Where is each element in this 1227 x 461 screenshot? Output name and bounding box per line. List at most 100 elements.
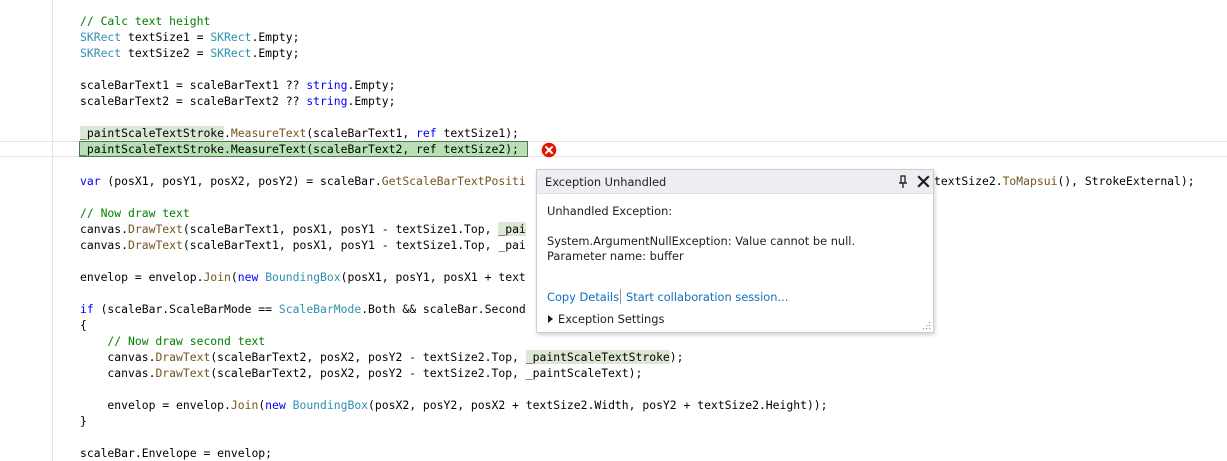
editor-margin-line (52, 0, 53, 461)
code-text: (scaleBar.ScaleBarMode == (93, 302, 279, 316)
code-line[interactable]: // Calc text height (80, 13, 210, 29)
code-text: (scaleBarText1, posX1, posY1 - textSize1… (182, 222, 499, 236)
close-icon[interactable] (917, 175, 930, 188)
code-text: textSize2. (934, 174, 1003, 188)
code-text: ( (230, 270, 238, 284)
code-text: } (80, 414, 87, 428)
exception-parameter: Parameter name: buffer (547, 249, 684, 263)
exception-popup-header: Exception Unhandled (537, 170, 933, 194)
code-line[interactable]: { (80, 317, 87, 333)
code-line[interactable]: scaleBarText1 = scaleBarText1 ?? string.… (80, 77, 395, 93)
code-text: ); (669, 350, 684, 364)
code-text: .Empty; (347, 78, 396, 92)
type-name: SKRect (80, 30, 122, 44)
code-line[interactable]: SKRect textSize1 = SKRect.Empty; (80, 29, 299, 45)
pin-icon[interactable] (898, 175, 910, 189)
code-text: canvas. (80, 238, 129, 252)
type-name: SKRect (210, 46, 252, 60)
code-line[interactable]: scaleBarText2 = scaleBarText2 ?? string.… (80, 93, 395, 109)
code-text: textSize1); (436, 126, 519, 140)
code-text: .Both && scaleBar.Second (361, 302, 526, 316)
code-text: textSize1 = (121, 30, 211, 44)
keyword: string (306, 78, 348, 92)
type-name: ScaleBarMode (278, 302, 362, 316)
keyword: ref (416, 142, 437, 156)
comment: // Calc text height (80, 14, 211, 28)
expand-arrow-icon[interactable] (548, 315, 553, 323)
code-line[interactable]: SKRect textSize2 = SKRect.Empty; (80, 45, 299, 61)
field-highlight: _pai (498, 222, 526, 236)
method-name: GetScaleBarTextPositi (381, 174, 526, 188)
method-name: ToMapsui (1002, 174, 1058, 188)
code-text: canvas. (80, 350, 156, 364)
code-line[interactable]: if (scaleBar.ScaleBarMode == ScaleBarMod… (80, 301, 526, 317)
method-name: MeasureText (230, 126, 307, 140)
start-collaboration-link[interactable]: Start collaboration session... (626, 290, 788, 304)
keyword: if (80, 302, 94, 316)
keyword: ref (416, 126, 437, 140)
code-text: .Empty; (251, 46, 300, 60)
keyword: new (237, 270, 259, 284)
code-line[interactable]: canvas.DrawText(scaleBarText2, posX2, po… (80, 365, 642, 381)
code-line[interactable]: canvas.DrawText(scaleBarText1, posX1, po… (80, 221, 526, 237)
code-line[interactable]: canvas.DrawText(scaleBarText2, posX2, po… (80, 349, 684, 365)
code-text: scaleBarText2 = scaleBarText2 ?? (80, 94, 307, 108)
code-line[interactable]: var (posX1, posY1, posX2, posY2) = scale… (80, 173, 526, 189)
code-text: (scaleBarText2, posX2, posY2 - textSize2… (210, 350, 526, 364)
comment: // Now draw text (80, 206, 190, 220)
code-text: { (80, 318, 87, 332)
method-name: DrawText (155, 366, 211, 380)
method-name: Join (230, 398, 259, 412)
type-name: BoundingBox (265, 270, 341, 284)
code-line[interactable]: canvas.DrawText(scaleBarText1, posX1, po… (80, 237, 526, 253)
code-line[interactable]: _paintScaleTextStroke.MeasureText(scaleB… (80, 125, 519, 141)
exception-heading: Unhandled Exception: (547, 204, 673, 218)
method-name: DrawText (155, 350, 211, 364)
link-separator (620, 289, 621, 304)
error-circle-icon[interactable] (541, 142, 557, 158)
code-text: (scaleBarText2, (306, 142, 417, 156)
code-line[interactable]: // Now draw text (80, 205, 190, 221)
code-line[interactable]: scaleBar.Envelope = envelop; (80, 445, 272, 461)
code-line[interactable]: // Now draw second text (80, 333, 265, 349)
code-line-tail[interactable]: textSize2.ToMapsui(), StrokeExternal); (934, 173, 1195, 189)
code-line[interactable]: } (80, 413, 87, 429)
method-name: Join (203, 270, 231, 284)
code-line-current[interactable]: _paintScaleTextStroke.MeasureText(scaleB… (80, 141, 519, 157)
code-text: (scaleBarText1, (306, 126, 417, 140)
method-name: MeasureText (230, 142, 307, 156)
method-name: DrawText (128, 238, 183, 252)
code-text: . (224, 126, 231, 140)
type-name: BoundingBox (292, 398, 369, 412)
keyword: new (265, 398, 286, 412)
code-text: envelop = envelop. (80, 398, 231, 412)
code-text: textSize2); (436, 142, 519, 156)
code-text: . (224, 142, 231, 156)
code-text: (posX2, posY2, posX2 + textSize2.Width, … (368, 398, 828, 412)
type-name: SKRect (80, 46, 122, 60)
code-text: (posX1, posY1, posX1 + text (340, 270, 526, 284)
code-text: canvas. (80, 366, 156, 380)
code-text: textSize2 = (121, 46, 211, 60)
code-text: .Empty; (347, 94, 396, 108)
resize-grip-icon[interactable] (922, 321, 931, 330)
code-text: scaleBarText1 = scaleBarText1 ?? (80, 78, 307, 92)
code-text: .Empty; (251, 30, 300, 44)
comment: // Now draw second text (80, 334, 266, 348)
exception-popup[interactable]: Exception Unhandled Unhandled Exception:… (536, 169, 934, 333)
code-text: scaleBar.Envelope = envelop; (80, 446, 273, 460)
code-text: (), StrokeExternal); (1057, 174, 1195, 188)
copy-details-link[interactable]: Copy Details (547, 290, 619, 304)
exception-settings-toggle[interactable]: Exception Settings (558, 312, 664, 326)
code-line[interactable]: envelop = envelop.Join(new BoundingBox(p… (80, 269, 526, 285)
code-text: (scaleBarText1, posX1, posY1 - textSize1… (182, 238, 526, 252)
exception-message: System.ArgumentNullException: Value cann… (547, 234, 856, 248)
type-name: SKRect (210, 30, 252, 44)
exception-popup-title: Exception Unhandled (545, 175, 667, 189)
keyword: string (306, 94, 348, 108)
code-text: (posX1, posY1, posX2, posY2) = scaleBar. (100, 174, 382, 188)
code-text: canvas. (80, 222, 129, 236)
method-name: DrawText (128, 222, 183, 236)
code-line[interactable]: envelop = envelop.Join(new BoundingBox(p… (80, 397, 828, 413)
